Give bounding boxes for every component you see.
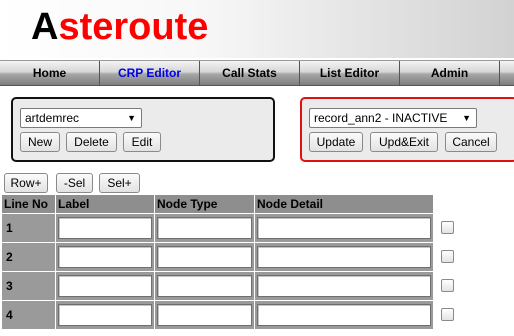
line-no-cell: 1 [2,214,55,242]
label-input[interactable] [58,217,152,239]
line-no-cell: 4 [2,301,55,329]
crp-select-panel: artdemrec ▼ New Delete Edit [11,97,275,162]
header-node-type: Node Type [155,195,254,213]
node-detail-input[interactable] [257,246,431,268]
header-label: Label [56,195,154,213]
dropdown-arrow-icon: ▼ [462,113,471,123]
nav-home[interactable]: Home [0,61,100,85]
select-button[interactable]: Sel+ [99,173,140,193]
node-type-input[interactable] [157,275,252,297]
node-detail-input[interactable] [257,275,431,297]
edit-button[interactable]: Edit [123,132,161,152]
record-edit-panel: record_ann2 - INACTIVE ▼ Update Upd&Exit… [300,97,514,162]
record-select[interactable]: record_ann2 - INACTIVE ▼ [309,108,477,128]
row-select-checkbox[interactable] [441,279,454,292]
main-nav: Home CRP Editor Call Stats List Editor A… [0,60,514,86]
node-type-input[interactable] [157,217,252,239]
row-select-checkbox[interactable] [441,221,454,234]
node-type-input[interactable] [157,304,252,326]
row-select-checkbox[interactable] [441,250,454,263]
delete-button[interactable]: Delete [66,132,117,152]
label-input[interactable] [58,275,152,297]
line-no: 1 [6,221,13,235]
node-detail-input[interactable] [257,217,431,239]
line-no: 2 [6,250,13,264]
header-line-no: Line No [2,195,55,213]
app-logo: Asteroute [31,2,208,52]
new-button[interactable]: New [20,132,60,152]
logo-rest: steroute [58,6,209,48]
nav-crp-editor[interactable]: CRP Editor [100,61,200,85]
logo-first-letter: A [31,6,59,48]
app-header: Asteroute [0,0,514,58]
line-no: 3 [6,279,13,293]
cancel-button[interactable]: Cancel [445,132,497,152]
label-input[interactable] [58,246,152,268]
node-type-input[interactable] [157,246,252,268]
line-no-cell: 3 [2,272,55,300]
node-detail-input[interactable] [257,304,431,326]
update-button[interactable]: Update [309,132,363,152]
nav-list-editor[interactable]: List Editor [300,61,400,85]
label-input[interactable] [58,304,152,326]
deselect-button[interactable]: -Sel [56,173,93,193]
add-row-button[interactable]: Row+ [4,173,48,193]
update-exit-button[interactable]: Upd&Exit [370,132,438,152]
line-no-cell: 2 [2,243,55,271]
row-select-checkbox[interactable] [441,308,454,321]
nav-call-stats[interactable]: Call Stats [200,61,300,85]
record-select-value: record_ann2 - INACTIVE [314,111,448,125]
dropdown-arrow-icon: ▼ [127,113,136,123]
nav-admin[interactable]: Admin [400,61,500,85]
header-node-detail: Node Detail [255,195,433,213]
crp-select-value: artdemrec [25,111,80,125]
line-no: 4 [6,308,13,322]
crp-select[interactable]: artdemrec ▼ [20,108,142,128]
